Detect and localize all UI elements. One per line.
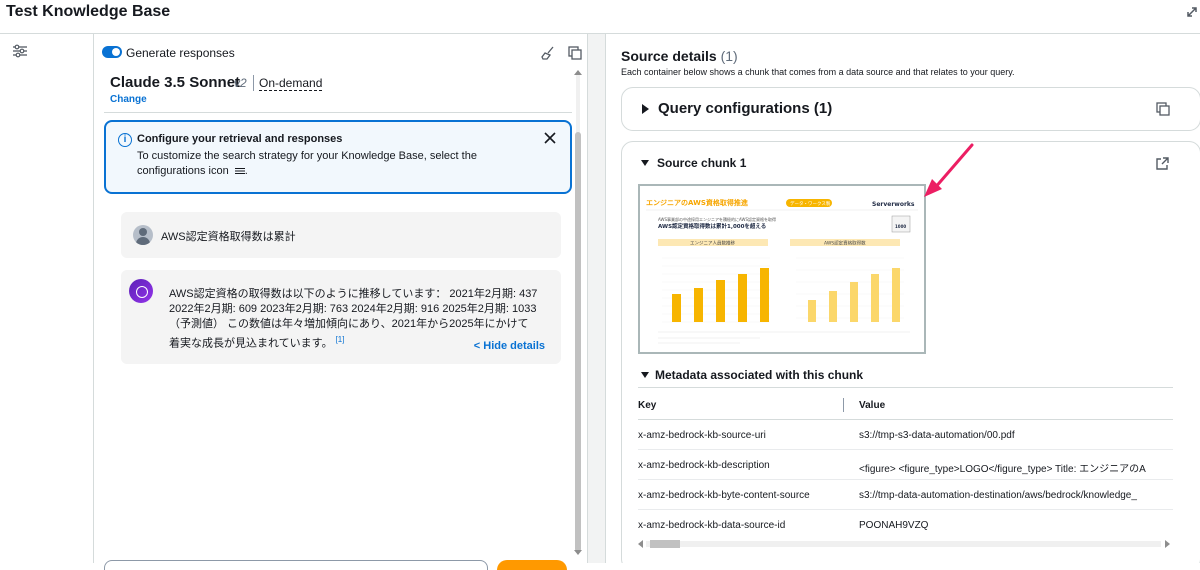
info-body: To customize the search strategy for you… (137, 149, 497, 179)
model-name: Claude 3.5 Sonnet (110, 74, 241, 91)
panel-divider[interactable] (588, 34, 606, 563)
table-row: x-amz-bedrock-kb-source-uri s3://tmp-s3-… (638, 420, 1173, 450)
hide-details-link[interactable]: < Hide details (474, 340, 545, 352)
left-chart-title: エンジニア人員数推移 (690, 240, 735, 247)
slide-badge: 1000 (895, 224, 906, 229)
scroll-down-arrow-icon[interactable] (574, 550, 582, 555)
scroll-right-arrow-icon[interactable] (1165, 540, 1170, 548)
bar (892, 268, 900, 322)
key-column-header: Key (638, 400, 657, 411)
bar (850, 282, 858, 322)
table-row: x-amz-bedrock-kb-byte-content-source s3:… (638, 480, 1173, 510)
expand-icon[interactable] (1186, 6, 1198, 18)
value-column-header: Value (859, 400, 886, 411)
source-chunk-title[interactable]: Source chunk 1 (657, 156, 746, 170)
metadata-table: Key Value x-amz-bedrock-kb-source-uri s3… (638, 392, 1173, 540)
user-message-text: AWS認定資格取得数は累計 (161, 231, 296, 243)
model-separator (253, 75, 254, 91)
row-key: x-amz-bedrock-kb-byte-content-source (638, 490, 810, 501)
source-count: (1) (720, 48, 738, 64)
source-details-heading: Source details (621, 48, 717, 64)
info-body-end: . (244, 165, 248, 177)
bar (672, 294, 681, 322)
clear-chat-icon[interactable] (541, 46, 555, 60)
info-alert: i Configure your retrieval and responses… (104, 120, 572, 194)
scrollbar-thumb[interactable] (650, 540, 680, 548)
change-model-link[interactable]: Change (110, 94, 147, 105)
info-body-text: To customize the search strategy for you… (137, 150, 477, 177)
row-key: x-amz-bedrock-kb-source-uri (638, 430, 766, 441)
model-version: v2 (234, 76, 247, 90)
table-row: x-amz-bedrock-kb-description <figure> <f… (638, 450, 1173, 480)
settings-sliders-icon[interactable] (12, 44, 28, 58)
run-button[interactable] (497, 560, 567, 570)
app-title: Test Knowledge Base (6, 3, 171, 20)
model-throughput-mode[interactable]: On-demand (259, 76, 323, 91)
source-details-panel: Source details (1) Each container below … (606, 34, 1200, 563)
table-horizontal-scrollbar[interactable] (638, 539, 1173, 549)
query-configurations-card[interactable]: Query configurations (1) (621, 87, 1200, 131)
source-details-title: Source details (1) (621, 48, 738, 64)
title-bar: Test Knowledge Base (0, 0, 1200, 34)
row-key: x-amz-bedrock-kb-description (638, 460, 770, 471)
bar (694, 288, 703, 322)
slide-tag: データ・ワークス製 (790, 200, 831, 207)
row-key: x-amz-bedrock-kb-data-source-id (638, 520, 786, 531)
scrollbar-thumb[interactable] (575, 132, 581, 552)
source-chunk-card: Source chunk 1 エンジニアのAWS資格取得推進 データ・ワークス製… (621, 141, 1200, 563)
bar (871, 274, 879, 322)
citation-link[interactable]: [1] (336, 335, 345, 344)
slide-title: エンジニアのAWS資格取得推進 (646, 198, 748, 207)
generate-responses-label: Generate responses (126, 46, 235, 60)
scroll-up-arrow-icon[interactable] (574, 70, 582, 75)
assistant-avatar-icon (129, 279, 153, 303)
left-rail (0, 34, 94, 563)
table-row: x-amz-bedrock-kb-data-source-id POONAH9V… (638, 510, 1173, 540)
bar (716, 280, 725, 322)
slide-subtitle-2: AWS認定資格取得数は累計1,000を超える (658, 222, 766, 230)
configurations-icon (234, 168, 245, 175)
chunk-image-thumbnail[interactable]: エンジニアのAWS資格取得推進 データ・ワークス製 Serverworks AW… (638, 184, 926, 354)
column-resizer[interactable] (843, 398, 844, 412)
info-title: Configure your retrieval and responses (137, 133, 343, 145)
chat-scrollbar[interactable] (574, 70, 582, 555)
assistant-message: AWS認定資格の取得数は以下のように推移しています： 2021年2月期: 437… (121, 270, 561, 364)
external-link-icon[interactable] (1156, 157, 1169, 170)
caret-down-icon[interactable] (641, 372, 649, 378)
scroll-left-arrow-icon[interactable] (638, 540, 643, 548)
generate-responses-toggle[interactable] (102, 46, 122, 58)
annotation-arrow (924, 143, 974, 197)
info-icon: i (118, 133, 132, 147)
scrollbar-track (646, 541, 1161, 547)
caret-down-icon[interactable] (641, 160, 649, 166)
slide-preview: エンジニアのAWS資格取得推進 データ・ワークス製 Serverworks AW… (640, 186, 924, 352)
divider (638, 387, 1173, 388)
copy-icon[interactable] (1156, 102, 1170, 116)
right-chart-title: AWS認定資格取得数 (824, 240, 866, 247)
copy-icon[interactable] (568, 46, 582, 60)
bar (738, 274, 747, 322)
chat-input[interactable] (104, 560, 488, 570)
user-avatar-icon (133, 225, 153, 245)
bar (829, 291, 837, 322)
divider (104, 112, 572, 113)
row-value: <figure> <figure_type>LOGO</figure_type>… (859, 464, 1146, 475)
metadata-title[interactable]: Metadata associated with this chunk (655, 368, 863, 382)
slide-brand: Serverworks (872, 201, 915, 208)
row-value: POONAH9VZQ (859, 520, 929, 531)
bar (808, 300, 816, 322)
row-value: s3://tmp-data-automation-destination/aws… (859, 490, 1137, 501)
query-configurations-title[interactable]: Query configurations (1) (658, 100, 832, 117)
source-details-description: Each container below shows a chunk that … (621, 67, 1015, 77)
table-header: Key Value (638, 392, 1173, 420)
chat-panel: Generate responses Claude 3.5 Sonnet v2 … (94, 34, 588, 570)
close-icon[interactable] (544, 132, 556, 144)
row-value: s3://tmp-s3-data-automation/00.pdf (859, 430, 1015, 441)
caret-right-icon[interactable] (642, 104, 649, 114)
bar (760, 268, 769, 322)
user-message: AWS認定資格取得数は累計 (121, 212, 561, 258)
slide-subtitle-1: AWS事業部の中途採用エンジニアを積極的にAWS認定資格を取得 (658, 216, 776, 222)
